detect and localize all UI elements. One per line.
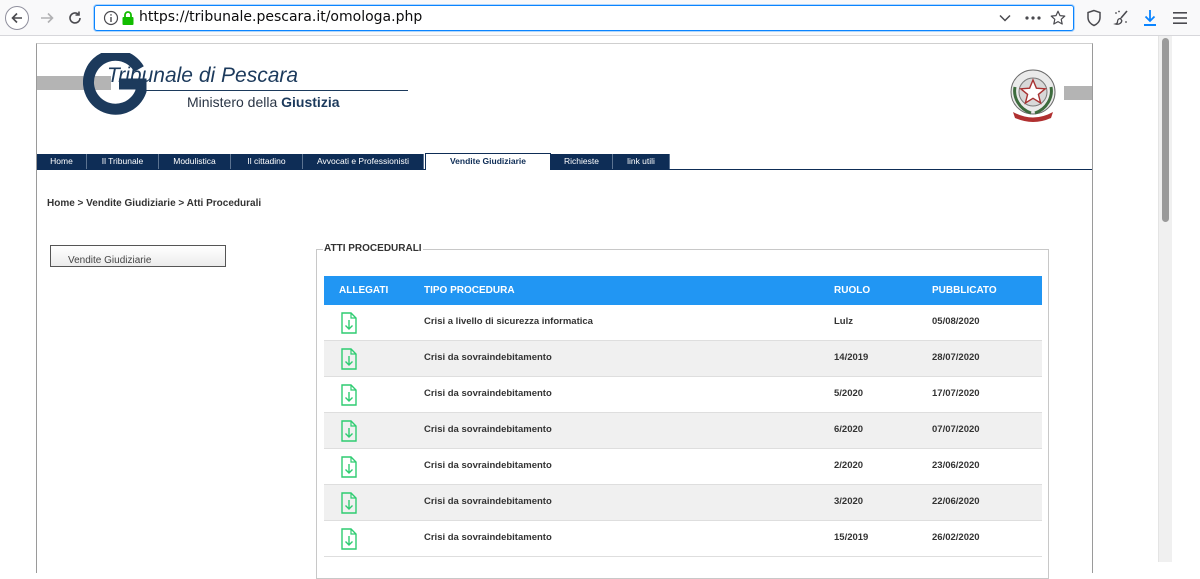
table-row: Crisi da sovraindebitamento 2/2020 23/06/2… <box>324 449 1042 485</box>
download-attachment-icon[interactable] <box>340 348 358 370</box>
nav-item-richieste[interactable]: Richieste <box>551 154 613 169</box>
cell-ruolo: 6/2020 <box>834 424 864 435</box>
atti-table: ALLEGATI TIPO PROCEDURA RUOLO PUBBLICATO… <box>324 276 1042 557</box>
download-attachment-icon[interactable] <box>340 420 358 442</box>
title-rule <box>145 90 408 91</box>
download-attachment-icon[interactable] <box>340 528 358 550</box>
url-text[interactable]: https://tribunale.pescara.it/omologa.php <box>139 9 422 25</box>
chevron-down-icon[interactable] <box>997 10 1013 26</box>
cell-tipo-procedura: Crisi a livello di sicurezza informatica <box>424 316 593 327</box>
nav-item-home[interactable]: Home <box>37 154 87 169</box>
cell-pubblicato: 26/02/2020 <box>932 532 980 543</box>
table-row: Crisi da sovraindebitamento 5/2020 17/07/2… <box>324 377 1042 413</box>
cell-ruolo: Lulz <box>834 316 853 327</box>
italian-republic-emblem-icon <box>1010 69 1056 122</box>
vendite-giudiziarie-button[interactable]: Vendite Giudiziarie <box>50 245 226 267</box>
header-band-right <box>1064 86 1092 100</box>
site-title[interactable]: Tribunale di Pescara <box>107 64 298 88</box>
site-subtitle: Ministero della Giustizia <box>187 94 340 110</box>
brush-icon[interactable] <box>1112 8 1132 28</box>
cell-pubblicato: 22/06/2020 <box>932 496 980 507</box>
cell-pubblicato: 17/07/2020 <box>932 388 980 399</box>
page-container: Tribunale di Pescara Ministero della Giu… <box>36 43 1093 579</box>
cell-tipo-procedura: Crisi da sovraindebitamento <box>424 352 552 363</box>
bookmark-star-icon[interactable] <box>1049 10 1067 26</box>
shield-icon[interactable] <box>1084 8 1104 28</box>
cell-ruolo: 2/2020 <box>834 460 864 471</box>
breadcrumb: Home > Vendite Giudiziarie > Atti Proced… <box>47 198 262 209</box>
nav-item-modulistica[interactable]: Modulistica <box>159 154 231 169</box>
download-attachment-icon[interactable] <box>340 384 358 406</box>
main-nav: Home Il Tribunale Modulistica Il cittadi… <box>37 153 1092 170</box>
header-tipo-procedura: TIPO PROCEDURA <box>424 285 515 296</box>
forward-arrow-icon <box>41 12 54 24</box>
cell-pubblicato: 23/06/2020 <box>932 460 980 471</box>
forward-button[interactable] <box>33 4 61 32</box>
subtitle-bold: Giustizia <box>281 94 340 110</box>
back-button[interactable] <box>3 4 31 32</box>
cell-ruolo: 14/2019 <box>834 352 869 363</box>
atti-procedurali-fieldset: ATTI PROCEDURALI ALLEGATI TIPO PROCEDURA… <box>316 243 1049 579</box>
browser-toolbar: https://tribunale.pescara.it/omologa.php <box>0 0 1200 36</box>
cell-pubblicato: 28/07/2020 <box>932 352 980 363</box>
table-header: ALLEGATI TIPO PROCEDURA RUOLO PUBBLICATO <box>324 276 1042 305</box>
nav-item-il-cittadino[interactable]: Il cittadino <box>231 154 303 169</box>
table-row: Crisi da sovraindebitamento 15/2019 26/02/… <box>324 521 1042 557</box>
subtitle-prefix: Ministero della <box>187 94 282 110</box>
nav-item-link-utili[interactable]: link utili <box>613 154 670 169</box>
nav-item-il-tribunale[interactable]: Il Tribunale <box>87 154 159 169</box>
nav-item-vendite-giudiziarie[interactable]: Vendite Giudiziarie <box>425 153 551 170</box>
table-row: Crisi a livello di sicurezza informatica… <box>324 305 1042 341</box>
download-icon[interactable] <box>1140 8 1160 28</box>
cell-pubblicato: 05/08/2020 <box>932 316 980 327</box>
reload-icon <box>69 11 81 24</box>
cell-tipo-procedura: Crisi da sovraindebitamento <box>424 532 552 543</box>
download-attachment-icon[interactable] <box>340 492 358 514</box>
table-row: Crisi da sovraindebitamento 14/2019 28/07/… <box>324 341 1042 377</box>
scrollbar-thumb[interactable] <box>1162 38 1169 222</box>
info-icon[interactable] <box>103 10 119 26</box>
reload-button[interactable] <box>61 4 89 32</box>
fieldset-legend: ATTI PROCEDURALI <box>323 243 423 254</box>
table-body: Crisi a livello di sicurezza informatica… <box>324 305 1042 557</box>
page-actions-icon[interactable] <box>1023 10 1043 26</box>
page-scrollbar[interactable] <box>1158 36 1172 562</box>
cell-pubblicato: 07/07/2020 <box>932 424 980 435</box>
header-allegati: ALLEGATI <box>339 285 389 296</box>
cell-ruolo: 5/2020 <box>834 388 864 399</box>
download-attachment-icon[interactable] <box>340 312 358 334</box>
cell-tipo-procedura: Crisi da sovraindebitamento <box>424 496 552 507</box>
cell-tipo-procedura: Crisi da sovraindebitamento <box>424 460 552 471</box>
table-row: Crisi da sovraindebitamento 6/2020 07/07/2… <box>324 413 1042 449</box>
nav-item-avvocati[interactable]: Avvocati e Professionisti <box>303 154 424 169</box>
cell-tipo-procedura: Crisi da sovraindebitamento <box>424 388 552 399</box>
cell-ruolo: 15/2019 <box>834 532 869 543</box>
header-pubblicato: PUBBLICATO <box>932 285 997 296</box>
header-ruolo: RUOLO <box>834 285 871 296</box>
cell-ruolo: 3/2020 <box>834 496 864 507</box>
table-row: Crisi da sovraindebitamento 3/2020 22/06/2… <box>324 485 1042 521</box>
url-bar[interactable]: https://tribunale.pescara.it/omologa.php <box>94 5 1074 31</box>
hamburger-menu-icon[interactable] <box>1170 8 1190 28</box>
back-arrow-icon <box>5 6 29 30</box>
download-attachment-icon[interactable] <box>340 456 358 478</box>
lock-icon[interactable] <box>121 10 135 26</box>
cell-tipo-procedura: Crisi da sovraindebitamento <box>424 424 552 435</box>
